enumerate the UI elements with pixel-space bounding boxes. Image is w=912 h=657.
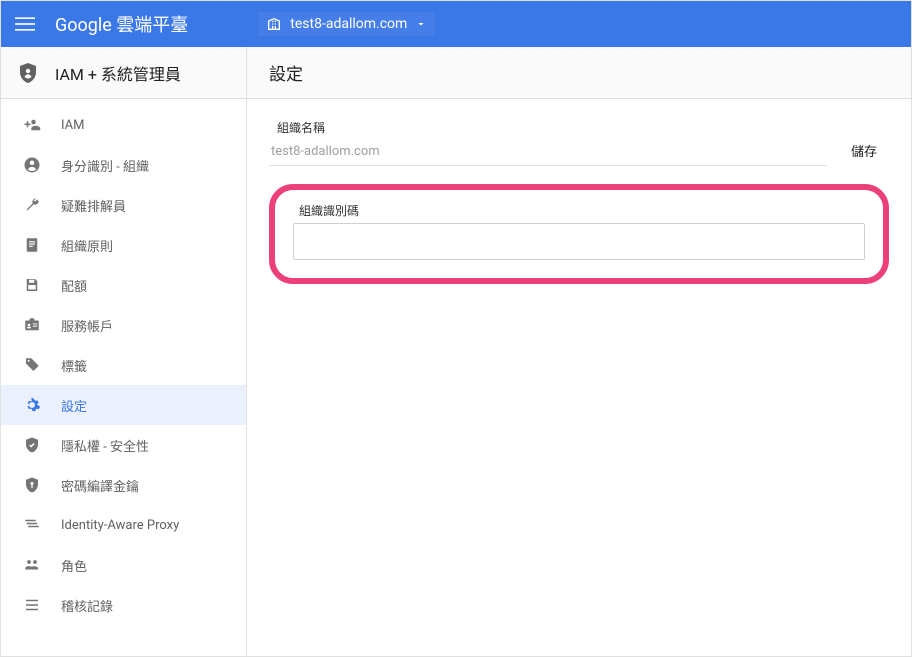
org-name-label: 組織名稱 (277, 119, 827, 136)
list-icon (21, 594, 43, 616)
page-title: 設定 (269, 60, 303, 85)
shield-icon (15, 59, 41, 87)
sidebar-item[interactable]: 服務帳戶 (1, 305, 246, 345)
shield-check-icon (21, 434, 43, 456)
sidebar-item[interactable]: Identity-Aware Proxy (1, 505, 246, 545)
sidebar-item[interactable]: 稽核記錄 (1, 585, 246, 625)
sidebar-item[interactable]: 設定 (1, 385, 246, 425)
sidebar-item-label: 標籤 (61, 356, 87, 375)
wrench-icon (21, 194, 43, 216)
roles-icon (21, 554, 43, 576)
layers-icon (21, 514, 43, 536)
sidebar-item[interactable]: 配額 (1, 265, 246, 305)
tag-icon (21, 354, 43, 376)
gear-icon (21, 394, 43, 416)
project-selector[interactable]: test8-adallom.com (258, 12, 435, 36)
shield-key-icon (21, 474, 43, 496)
org-id-label: 組織識別碼 (299, 202, 865, 219)
sidebar-item[interactable]: 身分識別 - 組織 (1, 145, 246, 185)
sidebar-item-label: 配額 (61, 276, 87, 295)
save-button[interactable]: 儲存 (839, 135, 889, 166)
sidebar-item-label: 疑難排解員 (61, 196, 126, 215)
sidebar-item-label: 組織原則 (61, 236, 113, 255)
sidebar-item[interactable]: 隱私權 - 安全性 (1, 425, 246, 465)
app-header: Google 雲端平臺 test8-adallom.com (1, 1, 911, 47)
person-add-icon (21, 114, 43, 136)
app-title: Google 雲端平臺 (55, 11, 188, 37)
sidebar-item[interactable]: 角色 (1, 545, 246, 585)
org-id-input[interactable] (293, 223, 865, 260)
sidebar-item-label: 服務帳戶 (61, 316, 113, 335)
sidebar-header: IAM + 系統管理員 (1, 47, 246, 99)
dropdown-icon (415, 18, 427, 30)
sidebar-item-label: IAM (61, 118, 84, 133)
project-name: test8-adallom.com (290, 16, 407, 32)
sidebar-item-label: 角色 (61, 556, 87, 575)
sidebar-item-label: Identity-Aware Proxy (61, 518, 179, 533)
sidebar-item-label: 隱私權 - 安全性 (61, 436, 149, 455)
sidebar-item-label: 身分識別 - 組織 (61, 156, 149, 175)
sidebar-item[interactable]: IAM (1, 105, 246, 145)
doc-icon (21, 234, 43, 256)
sidebar-title: IAM + 系統管理員 (55, 61, 181, 85)
sidebar-item-label: 設定 (61, 396, 87, 415)
save-icon (21, 274, 43, 296)
hamburger-menu-icon[interactable] (13, 12, 37, 36)
account-circle-icon (21, 154, 43, 176)
badge-icon (21, 314, 43, 336)
main-content: 設定 組織名稱 儲存 組織識別碼 (247, 47, 911, 656)
sidebar-item-label: 稽核記錄 (61, 596, 113, 615)
org-id-highlight: 組織識別碼 (269, 184, 889, 284)
org-name-input[interactable] (269, 138, 827, 166)
sidebar-item[interactable]: 密碼編譯金鑰 (1, 465, 246, 505)
main-header: 設定 (247, 47, 911, 99)
sidebar-item[interactable]: 疑難排解員 (1, 185, 246, 225)
sidebar-item[interactable]: 組織原則 (1, 225, 246, 265)
building-icon (266, 16, 282, 32)
sidebar-item-label: 密碼編譯金鑰 (61, 476, 139, 495)
sidebar: IAM + 系統管理員 IAM 身分識別 - 組織疑難排解員組織原則配額服務帳戶標… (1, 47, 247, 656)
nav-list: IAM 身分識別 - 組織疑難排解員組織原則配額服務帳戶標籤設定隱私權 - 安全性… (1, 99, 246, 625)
sidebar-item[interactable]: 標籤 (1, 345, 246, 385)
